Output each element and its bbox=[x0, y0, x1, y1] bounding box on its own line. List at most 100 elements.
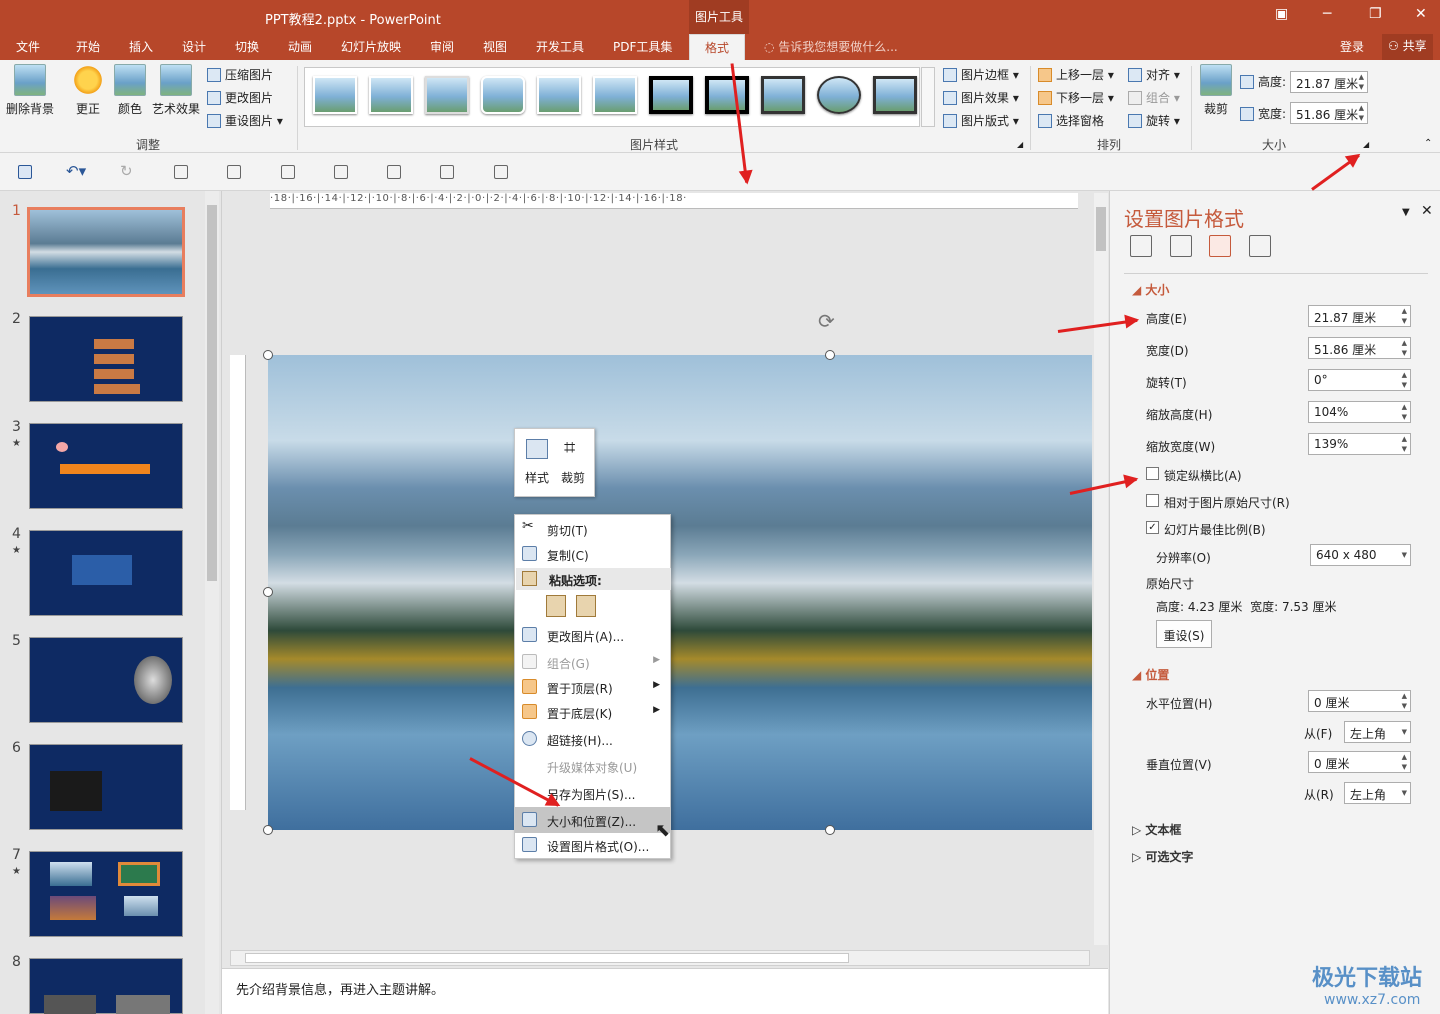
resize-handle[interactable] bbox=[263, 587, 273, 597]
pane-rotation-input[interactable]: 0° ▲ ▼ bbox=[1308, 369, 1411, 391]
spinner-icon[interactable]: ▲ ▼ bbox=[1402, 370, 1407, 390]
menu-bring-to-front[interactable]: 置于顶层(R) ▶ bbox=[515, 674, 670, 700]
from1-select[interactable]: 左上角 ▼ bbox=[1344, 721, 1411, 743]
relative-original-checkbox[interactable] bbox=[1146, 494, 1159, 507]
picture-effects-button[interactable]: 图片效果 ▾ bbox=[943, 89, 1019, 106]
style-thumb[interactable] bbox=[817, 76, 861, 114]
spinner-icon[interactable]: ▲ ▼ bbox=[1402, 434, 1407, 454]
style-thumb[interactable] bbox=[761, 76, 805, 114]
pane-width-input[interactable]: 51.86 厘米 ▲ ▼ bbox=[1308, 337, 1411, 359]
ribbon-display-icon[interactable]: ▣ bbox=[1275, 6, 1288, 22]
tab-review[interactable]: 审阅 bbox=[430, 38, 454, 55]
tab-insert[interactable]: 插入 bbox=[129, 38, 153, 55]
color-button[interactable]: 颜色 bbox=[112, 64, 148, 117]
style-thumb[interactable] bbox=[481, 76, 525, 114]
tab-format[interactable]: 格式 bbox=[689, 34, 746, 60]
style-thumb[interactable] bbox=[313, 76, 357, 114]
menu-size-and-position[interactable]: 大小和位置(Z)... bbox=[515, 807, 670, 833]
tab-view[interactable]: 视图 bbox=[483, 38, 507, 55]
scrollbar-thumb[interactable] bbox=[245, 953, 849, 963]
gallery-scroll[interactable] bbox=[921, 67, 935, 127]
size-properties-icon[interactable] bbox=[1209, 235, 1231, 257]
paste-keep-format-icon[interactable] bbox=[546, 595, 566, 617]
hpos-input[interactable]: 0 厘米 ▲ ▼ bbox=[1308, 690, 1411, 712]
pane-height-input[interactable]: 21.87 厘米 ▲ ▼ bbox=[1308, 305, 1411, 327]
undo-icon[interactable]: ↶▾ bbox=[66, 162, 86, 180]
style-thumb[interactable] bbox=[425, 76, 469, 114]
spinner-icon[interactable]: ▲ ▼ bbox=[1402, 691, 1407, 711]
remove-background-button[interactable]: 删除背景 bbox=[4, 64, 56, 117]
group-button[interactable]: 组合 ▾ bbox=[1128, 89, 1180, 106]
selection-pane-button[interactable]: 选择窗格 bbox=[1038, 112, 1104, 129]
slide-thumb-5[interactable] bbox=[29, 637, 183, 723]
align-button[interactable]: 对齐 ▾ bbox=[1128, 66, 1180, 83]
scrollbar-thumb[interactable] bbox=[207, 205, 217, 581]
toolbar-icon[interactable] bbox=[174, 165, 188, 179]
lock-aspect-checkbox[interactable] bbox=[1146, 467, 1159, 480]
picture-border-button[interactable]: 图片边框 ▾ bbox=[943, 66, 1019, 83]
spinner-icon[interactable]: ▲ ▼ bbox=[1359, 103, 1364, 123]
vpos-input[interactable]: 0 厘米 ▲ ▼ bbox=[1308, 751, 1411, 773]
collapse-ribbon-icon[interactable]: ⌃ bbox=[1424, 138, 1432, 149]
change-picture-button[interactable]: 更改图片 bbox=[207, 89, 273, 106]
slide-thumb-2[interactable] bbox=[29, 316, 183, 402]
artistic-effects-button[interactable]: 艺术效果 bbox=[150, 64, 202, 117]
resize-handle[interactable] bbox=[825, 825, 835, 835]
tell-me-search[interactable]: ◌ 告诉我您想要做什么... bbox=[764, 38, 898, 55]
scale-height-input[interactable]: 104% ▲ ▼ bbox=[1308, 401, 1411, 423]
picture-layout-button[interactable]: 图片版式 ▾ bbox=[943, 112, 1019, 129]
reset-size-button[interactable]: 重设(S) bbox=[1156, 620, 1212, 648]
crop-icon[interactable]: ⌗ bbox=[564, 435, 575, 459]
login-link[interactable]: 登录 bbox=[1340, 38, 1364, 55]
rotate-handle-icon[interactable]: ⟳ bbox=[818, 309, 835, 333]
slide-picture[interactable] bbox=[268, 355, 1092, 830]
tab-pdf-tools[interactable]: PDF工具集 bbox=[613, 38, 672, 55]
send-backward-button[interactable]: 下移一层 ▾ bbox=[1038, 89, 1114, 106]
slide-thumb-4[interactable] bbox=[29, 530, 183, 616]
textbox-section-header[interactable]: ▷ 文本框 bbox=[1132, 821, 1181, 838]
dialog-launcher-icon[interactable]: ◢ bbox=[1017, 140, 1023, 149]
style-thumb[interactable] bbox=[369, 76, 413, 114]
spinner-icon[interactable]: ▲ ▼ bbox=[1359, 72, 1364, 92]
toolbar-icon[interactable] bbox=[281, 165, 295, 179]
tab-animations[interactable]: 动画 bbox=[288, 38, 312, 55]
menu-change-picture[interactable]: 更改图片(A)... bbox=[515, 622, 670, 648]
style-thumb[interactable] bbox=[873, 76, 917, 114]
slide-thumb-1[interactable] bbox=[27, 207, 185, 297]
pane-close-icon[interactable]: ✕ bbox=[1421, 203, 1433, 219]
from2-select[interactable]: 左上角 ▼ bbox=[1344, 782, 1411, 804]
resolution-select[interactable]: 640 x 480 ▼ bbox=[1310, 544, 1411, 566]
editor-horizontal-scrollbar[interactable] bbox=[230, 950, 1090, 966]
menu-cut[interactable]: ✂ 剪切(T) bbox=[515, 516, 670, 542]
resize-handle[interactable] bbox=[825, 350, 835, 360]
spinner-icon[interactable]: ▲ ▼ bbox=[1402, 402, 1407, 422]
effects-icon[interactable] bbox=[1170, 235, 1192, 257]
spinner-icon[interactable]: ▲ ▼ bbox=[1402, 306, 1407, 326]
toolbar-icon[interactable] bbox=[334, 165, 348, 179]
fill-line-icon[interactable] bbox=[1130, 235, 1152, 257]
resize-handle[interactable] bbox=[263, 350, 273, 360]
style-thumb[interactable] bbox=[593, 76, 637, 114]
scrollbar-thumb[interactable] bbox=[1096, 207, 1106, 251]
style-thumb[interactable] bbox=[537, 76, 581, 114]
menu-group[interactable]: 组合(G) ▶ bbox=[515, 649, 670, 675]
best-scale-checkbox[interactable]: ✓ bbox=[1146, 521, 1159, 534]
crop-button[interactable]: 裁剪 bbox=[1198, 64, 1234, 117]
close-button[interactable]: ✕ bbox=[1415, 6, 1427, 22]
slide-pane-scrollbar[interactable] bbox=[205, 191, 219, 1014]
menu-format-picture[interactable]: 设置图片格式(O)... bbox=[515, 832, 670, 858]
menu-hyperlink[interactable]: 超链接(H)... bbox=[515, 726, 670, 752]
scale-width-input[interactable]: 139% ▲ ▼ bbox=[1308, 433, 1411, 455]
notes-pane[interactable]: 先介绍背景信息，再进入主题讲解。 bbox=[222, 968, 1108, 1014]
position-section-header[interactable]: ◢ 位置 bbox=[1132, 666, 1169, 683]
maximize-button[interactable]: ❐ bbox=[1369, 6, 1382, 22]
size-section-header[interactable]: ◢ 大小 bbox=[1132, 281, 1169, 298]
size-dialog-launcher-icon[interactable]: ◢ bbox=[1363, 140, 1369, 149]
slide-thumb-8[interactable] bbox=[29, 958, 183, 1014]
bring-forward-button[interactable]: 上移一层 ▾ bbox=[1038, 66, 1114, 83]
paste-picture-icon[interactable] bbox=[576, 595, 596, 617]
mini-crop-label[interactable]: 裁剪 bbox=[561, 469, 585, 486]
compress-pictures-button[interactable]: 压缩图片 bbox=[207, 66, 273, 83]
style-thumb[interactable] bbox=[649, 76, 693, 114]
style-icon[interactable] bbox=[526, 439, 548, 459]
